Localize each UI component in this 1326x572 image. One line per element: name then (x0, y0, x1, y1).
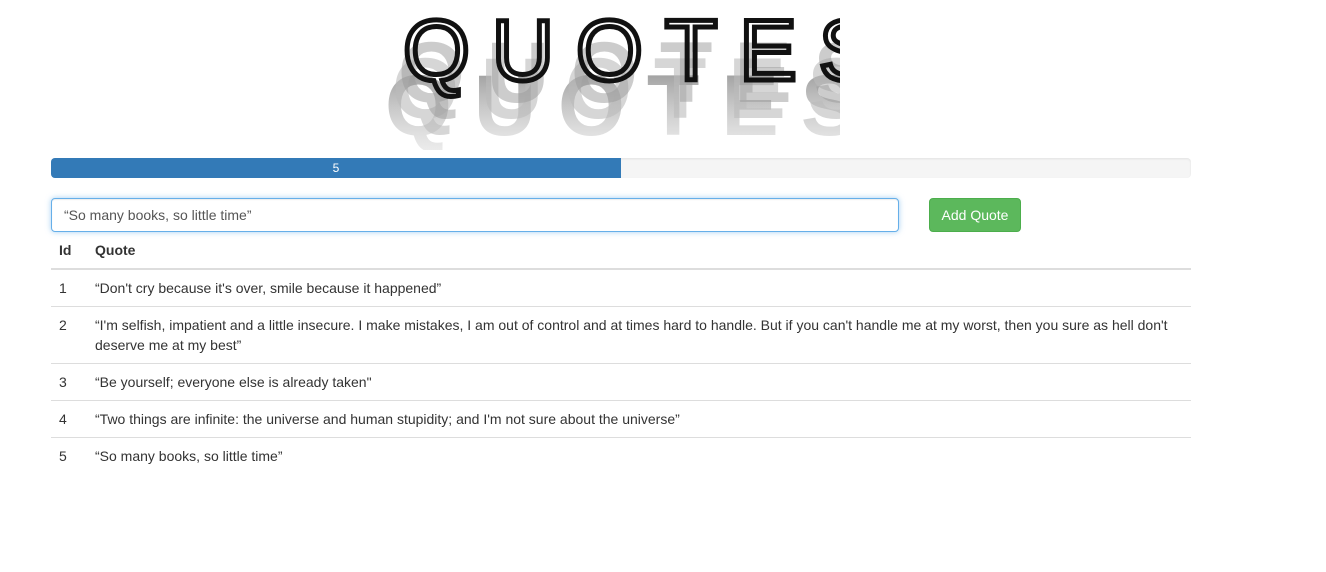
row-id: 1 (59, 280, 67, 296)
row-quote: “Be yourself; everyone else is already t… (87, 363, 1191, 401)
id-column-header: Id (51, 232, 87, 270)
progress-bar-fill: 5 (51, 158, 621, 178)
row-quote: “Two things are infinite: the universe a… (87, 400, 1191, 438)
row-id: 5 (51, 437, 87, 474)
table-row: 2 “I'm selfish, impatient and a little i… (51, 306, 1191, 364)
quotes-table: Id Quote 1 “Don't cry because it's over,… (51, 232, 1191, 474)
table-header-row: Id Quote (51, 232, 1191, 270)
quote-input[interactable] (51, 198, 899, 232)
quotes-logo: QUOTES QUOTES QUOTES QUOTES (370, 0, 840, 151)
row-quote: “Don't cry because it's over, smile beca… (95, 280, 442, 296)
row-id: 4 (51, 400, 87, 438)
logo-text: QUOTES (403, 3, 840, 99)
table-row: 4 “Two things are infinite: the universe… (51, 400, 1191, 438)
row-id: 3 (51, 363, 87, 401)
add-quote-button[interactable]: Add Quote (929, 198, 1021, 232)
table-row: 1 “Don't cry because it's over, smile be… (51, 269, 1191, 307)
table-row: 5 “So many books, so little time” (51, 437, 1191, 474)
quote-column-header: Quote (87, 232, 1191, 270)
row-quote: “I'm selfish, impatient and a little ins… (87, 306, 1191, 364)
table-row: 3 “Be yourself; everyone else is already… (51, 363, 1191, 401)
quote-count-progress: 5 (51, 158, 1191, 178)
row-quote: “So many books, so little time” (87, 437, 1191, 474)
row-id: 2 (51, 306, 87, 364)
